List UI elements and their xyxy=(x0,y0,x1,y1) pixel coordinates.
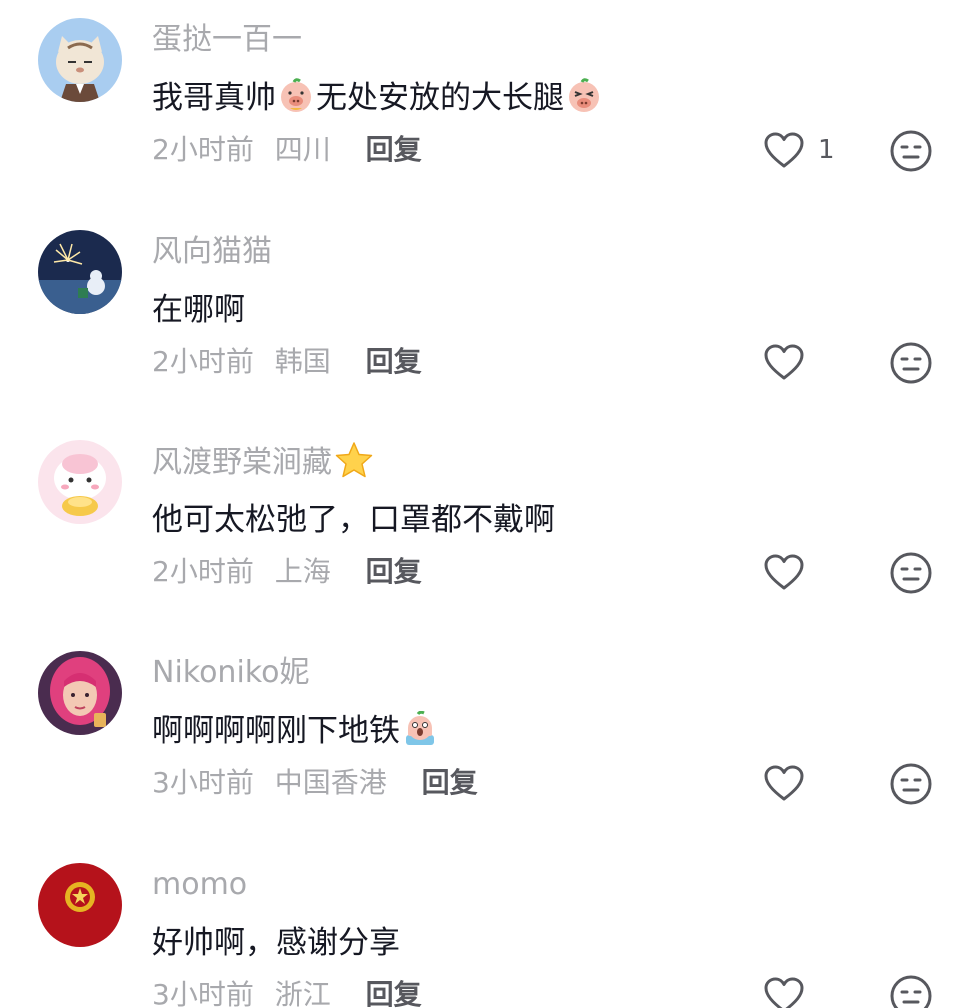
comment-location: 上海 xyxy=(274,555,331,588)
cartoon-cat-avatar-icon xyxy=(38,18,122,102)
comment-text: 他可太松弛了，口罩都不戴啊 xyxy=(152,502,555,538)
pink-cartoon-avatar-icon xyxy=(38,440,122,524)
like-button[interactable]: 1 xyxy=(762,128,835,172)
pig-laugh-emoji-icon xyxy=(566,78,602,114)
like-button[interactable] xyxy=(762,550,806,594)
comment-text-part: 无处安放的大长腿 xyxy=(316,80,564,116)
night-fireworks-avatar-icon xyxy=(38,230,122,314)
like-button[interactable] xyxy=(762,340,806,384)
comment-text: 好帅啊，感谢分享 xyxy=(152,925,400,961)
comment-time: 2小时前 xyxy=(152,133,254,166)
comment-location: 浙江 xyxy=(274,978,331,1008)
username[interactable]: momo xyxy=(152,863,247,907)
comment-meta: 2小时前 四川 回复 xyxy=(152,128,422,172)
comment-time: 3小时前 xyxy=(152,766,254,799)
avatar[interactable] xyxy=(38,863,122,947)
comment-time: 2小时前 xyxy=(152,555,254,588)
comment-item: 蛋挞一百一 我哥真帅 无处安放的大长腿 2小时前 四川 回复 1 xyxy=(0,0,960,210)
reply-button[interactable]: 回复 xyxy=(366,555,422,588)
username[interactable]: Nikoniko妮 xyxy=(152,651,309,695)
comment-text-part: 啊啊啊啊刚下地铁 xyxy=(152,713,400,749)
username[interactable]: 风渡野棠涧藏 xyxy=(152,440,374,485)
comment-item: Nikoniko妮 啊啊啊啊刚下地铁 3小时前 中国香港 回复 xyxy=(0,633,960,843)
comment-item: momo 好帅啊，感谢分享 3小时前 浙江 回复 xyxy=(0,845,960,1008)
username[interactable]: 风向猫猫 xyxy=(152,230,272,274)
reply-button[interactable]: 回复 xyxy=(366,133,422,166)
comment-item: 风向猫猫 在哪啊 2小时前 韩国 回复 xyxy=(0,212,960,422)
avatar[interactable] xyxy=(38,651,122,735)
red-emblem-avatar-icon xyxy=(38,863,122,947)
neutral-face-icon xyxy=(890,342,932,384)
comment-location: 中国香港 xyxy=(274,766,387,799)
heart-outline-icon xyxy=(764,344,804,380)
comment-text: 啊啊啊啊刚下地铁 xyxy=(152,707,440,755)
comment-meta: 2小时前 上海 回复 xyxy=(152,550,422,594)
comment-meta: 3小时前 浙江 回复 xyxy=(152,973,422,1008)
pink-hair-girl-avatar-icon xyxy=(38,651,122,735)
reply-button[interactable]: 回复 xyxy=(366,978,422,1008)
comment-meta: 3小时前 中国香港 回复 xyxy=(152,761,478,805)
like-button[interactable] xyxy=(762,761,806,805)
pig-scream-emoji-icon xyxy=(402,711,438,747)
heart-outline-icon xyxy=(764,554,804,590)
avatar[interactable] xyxy=(38,18,122,102)
avatar[interactable] xyxy=(38,230,122,314)
comment-text: 我哥真帅 无处安放的大长腿 xyxy=(152,74,604,122)
avatar[interactable] xyxy=(38,440,122,524)
dislike-button[interactable] xyxy=(888,973,934,1008)
dislike-button[interactable] xyxy=(888,550,934,596)
heart-outline-icon xyxy=(764,977,804,1008)
reply-button[interactable]: 回复 xyxy=(422,766,478,799)
comment-location: 韩国 xyxy=(274,345,331,378)
comment-time: 3小时前 xyxy=(152,978,254,1008)
username-text: 风渡野棠涧藏 xyxy=(152,445,332,480)
username[interactable]: 蛋挞一百一 xyxy=(152,18,302,62)
like-button[interactable] xyxy=(762,973,806,1008)
comment-meta: 2小时前 韩国 回复 xyxy=(152,340,422,384)
heart-outline-icon xyxy=(764,132,804,168)
dislike-button[interactable] xyxy=(888,128,934,174)
neutral-face-icon xyxy=(890,763,932,805)
comment-text-part: 我哥真帅 xyxy=(152,80,276,116)
pig-emoji-icon xyxy=(278,78,314,114)
star-icon xyxy=(334,440,374,480)
comment-time: 2小时前 xyxy=(152,345,254,378)
neutral-face-icon xyxy=(890,975,932,1008)
dislike-button[interactable] xyxy=(888,340,934,386)
comment-location: 四川 xyxy=(274,133,331,166)
neutral-face-icon xyxy=(890,552,932,594)
neutral-face-icon xyxy=(890,130,932,172)
comment-item: 风渡野棠涧藏 他可太松弛了，口罩都不戴啊 2小时前 上海 回复 xyxy=(0,422,960,632)
comment-text: 在哪啊 xyxy=(152,292,245,328)
dislike-button[interactable] xyxy=(888,761,934,807)
reply-button[interactable]: 回复 xyxy=(366,345,422,378)
like-count: 1 xyxy=(818,135,835,165)
heart-outline-icon xyxy=(764,765,804,801)
